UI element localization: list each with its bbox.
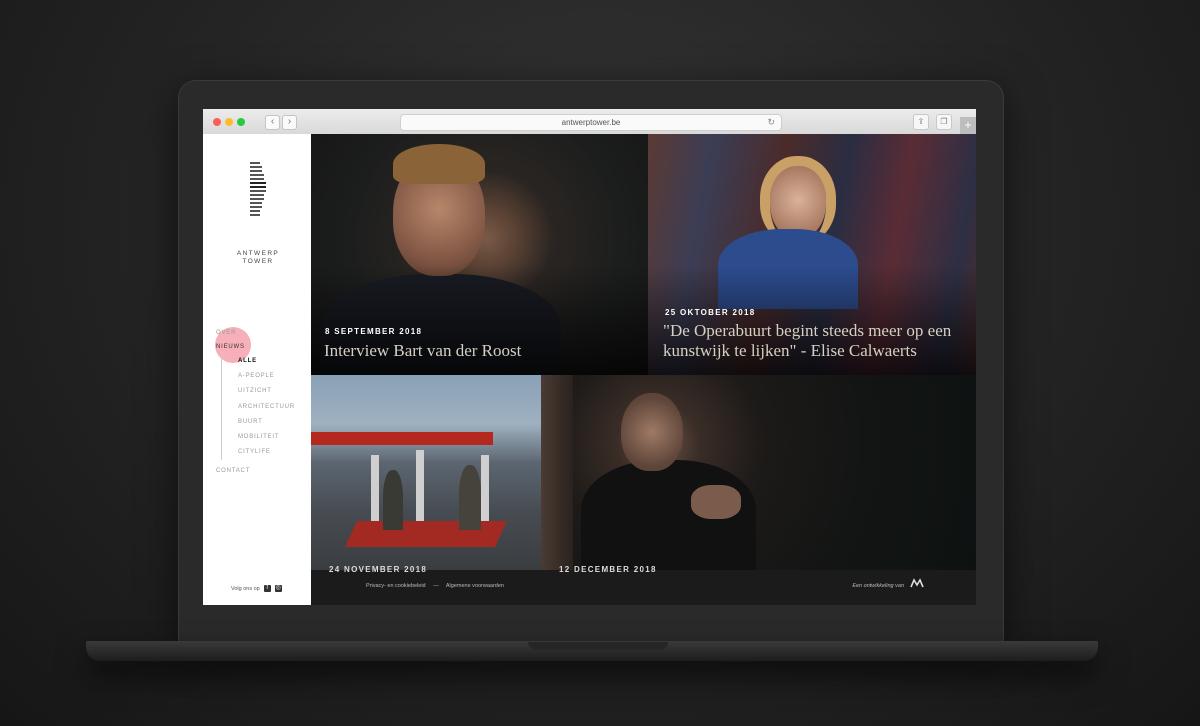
submenu-item-uitzicht[interactable]: UITZICHT	[238, 384, 295, 399]
address-bar[interactable]: antwerptower.be ↻	[400, 114, 782, 131]
social-follow: Volg ons op f ◎	[231, 585, 282, 592]
submenu-item-citylife[interactable]: CITYLIFE	[238, 445, 295, 460]
menu-item-nieuws[interactable]: NIEUWS	[216, 340, 295, 354]
submenu-item-a-people[interactable]: A-PEOPLE	[238, 369, 295, 384]
tabs-icon[interactable]: ❐	[936, 114, 952, 130]
footer-separator: —	[433, 583, 439, 589]
construction-beam	[311, 432, 493, 445]
news-submenu: ALLE A-PEOPLE UITZICHT ARCHITECTUUR BUUR…	[221, 354, 295, 461]
worker-figure	[383, 470, 403, 530]
share-icon[interactable]: ⇪	[913, 114, 929, 130]
terms-link[interactable]: Algemene voorwaarden	[446, 583, 504, 589]
laptop-screen: ‹ › antwerptower.be ↻ ⇪ ❐ + ANTWERP TOWE…	[203, 109, 976, 605]
developer-credit: Een ontwikkeling van	[852, 583, 904, 589]
back-button[interactable]: ‹	[265, 115, 280, 130]
footer-links: Privacy- en cookiebeleid — Algemene voor…	[366, 583, 510, 589]
article-date: 25 OKTOBER 2018	[665, 308, 756, 317]
article-card-2[interactable]: 25 OKTOBER 2018 "De Operabuurt begint st…	[648, 134, 976, 375]
portrait-hair	[393, 144, 485, 184]
laptop-notch	[528, 642, 668, 650]
url-text: antwerptower.be	[561, 118, 621, 127]
article-date-peek: 24 NOVEMBER 2018	[329, 565, 428, 574]
new-tab-button[interactable]: +	[960, 117, 976, 134]
privacy-link[interactable]: Privacy- en cookiebeleid	[366, 583, 426, 589]
portrait-hand	[691, 485, 741, 519]
worker-figure	[459, 465, 481, 530]
portrait-head	[621, 393, 683, 471]
forward-button[interactable]: ›	[282, 115, 297, 130]
article-title[interactable]: "De Operabuurt begint steeds meer op een…	[663, 321, 968, 361]
submenu-item-buurt[interactable]: BUURT	[238, 415, 295, 430]
reload-icon[interactable]: ↻	[767, 115, 775, 130]
article-card-3[interactable]	[311, 375, 541, 570]
menu-item-over[interactable]: OVER	[216, 326, 295, 340]
submenu-item-alle[interactable]: ALLE	[238, 354, 295, 369]
submenu-item-architectuur[interactable]: ARCHITECTUUR	[238, 400, 295, 415]
facebook-icon[interactable]: f	[263, 585, 271, 592]
zoom-window-dot[interactable]	[237, 118, 245, 126]
site-logo[interactable]: ANTWERP TOWER	[231, 162, 285, 265]
submenu-item-mobiliteit[interactable]: MOBILITEIT	[238, 430, 295, 445]
close-window-dot[interactable]	[213, 118, 221, 126]
article-title[interactable]: Interview Bart van der Roost	[324, 341, 624, 361]
logo-text: ANTWERP TOWER	[236, 250, 280, 265]
logo-mark	[250, 162, 266, 242]
article-card-4[interactable]	[541, 375, 976, 570]
article-card-1[interactable]: 8 SEPTEMBER 2018 Interview Bart van der …	[311, 134, 648, 375]
article-date-peek: 12 DECEMBER 2018	[559, 565, 657, 574]
browser-toolbar: ‹ › antwerptower.be ↻ ⇪ ❐ +	[203, 109, 976, 135]
instagram-icon[interactable]: ◎	[274, 585, 282, 592]
follow-label: Volg ons op	[231, 585, 260, 592]
developer-logo-icon[interactable]	[910, 578, 924, 588]
menu-item-contact[interactable]: CONTACT	[216, 464, 295, 478]
site-footer: 24 NOVEMBER 2018 12 DECEMBER 2018 Privac…	[311, 565, 976, 605]
minimize-window-dot[interactable]	[225, 118, 233, 126]
article-date: 8 SEPTEMBER 2018	[325, 327, 423, 336]
main-menu: OVER NIEUWS ALLE A-PEOPLE UITZICHT ARCHI…	[216, 326, 295, 478]
sidebar: ANTWERP TOWER OVER NIEUWS ALLE A-PEOPLE …	[203, 134, 311, 605]
